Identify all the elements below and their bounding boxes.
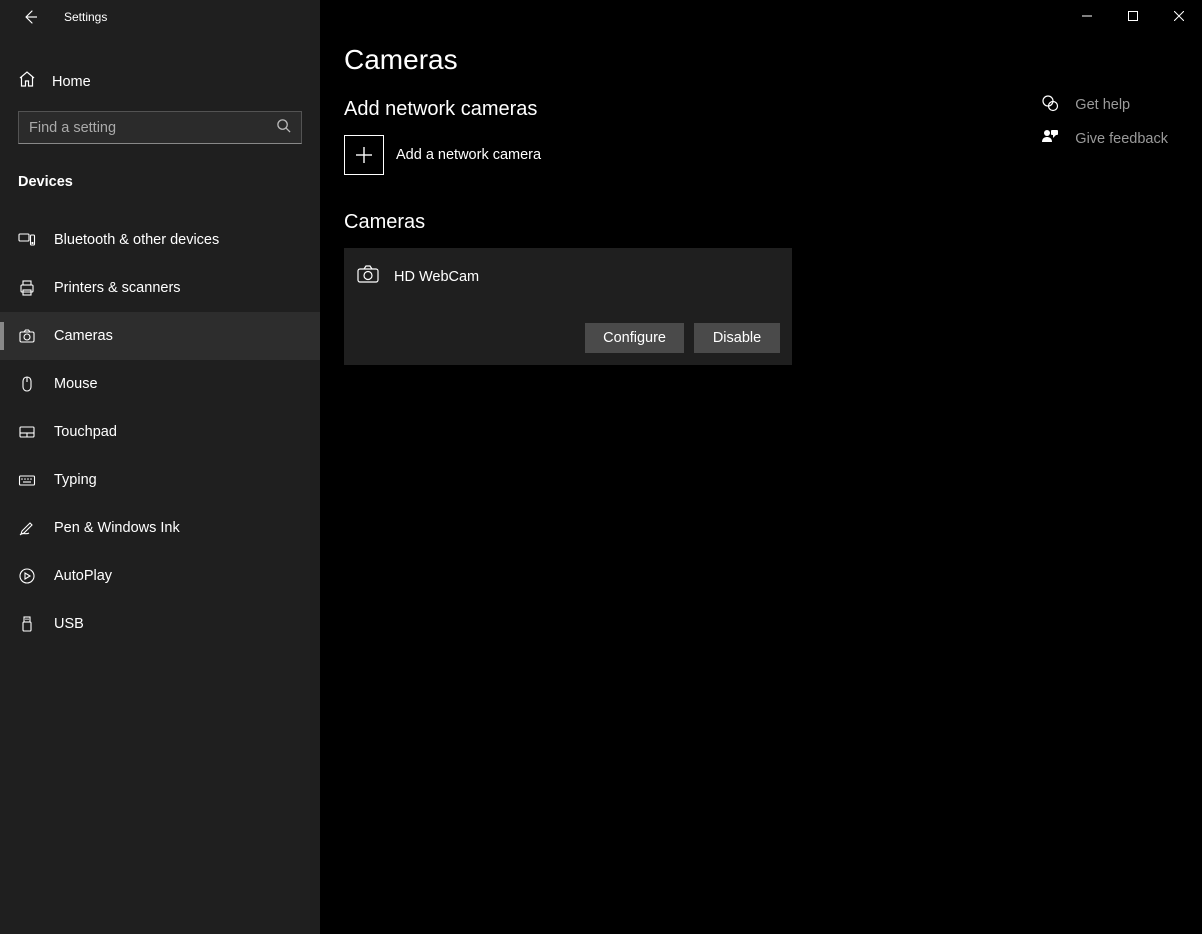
maximize-button[interactable] — [1110, 0, 1156, 32]
home-icon — [18, 70, 36, 93]
cameras-heading: Cameras — [344, 211, 924, 234]
search-box[interactable] — [18, 111, 302, 144]
camera-icon — [356, 264, 380, 289]
back-button[interactable] — [18, 5, 42, 29]
sidebar-item-typing[interactable]: Typing — [0, 456, 320, 504]
app-title: Settings — [64, 10, 107, 24]
sidebar-item-touchpad[interactable]: Touchpad — [0, 408, 320, 456]
sidebar-item-autoplay[interactable]: AutoPlay — [0, 552, 320, 600]
give-feedback-link[interactable]: Give feedback — [1041, 128, 1168, 150]
sidebar-item-printers[interactable]: Printers & scanners — [0, 264, 320, 312]
window-controls — [1064, 0, 1202, 32]
add-network-camera-label: Add a network camera — [396, 147, 541, 163]
nav-label: Cameras — [54, 328, 113, 344]
main-content: Cameras Add network cameras Add a networ… — [320, 0, 1202, 934]
mouse-icon — [18, 375, 36, 393]
search-icon — [276, 118, 291, 138]
camera-icon — [18, 327, 36, 345]
nav-label: Touchpad — [54, 424, 117, 440]
help-column: Get help Give feedback — [1041, 44, 1178, 910]
plus-icon — [344, 135, 384, 175]
nav-label: Printers & scanners — [54, 280, 181, 296]
get-help-link[interactable]: Get help — [1041, 94, 1168, 116]
sidebar-header: Settings — [0, 0, 320, 34]
search-input[interactable] — [29, 120, 276, 136]
sidebar-home[interactable]: Home — [0, 62, 320, 101]
camera-card[interactable]: HD WebCam Configure Disable — [344, 248, 792, 365]
disable-button[interactable]: Disable — [694, 323, 780, 353]
camera-name: HD WebCam — [394, 269, 479, 285]
touchpad-icon — [18, 423, 36, 441]
nav-label: Typing — [54, 472, 97, 488]
printer-icon — [18, 279, 36, 297]
nav-label: Bluetooth & other devices — [54, 232, 219, 248]
get-help-label: Get help — [1075, 97, 1130, 113]
sidebar: Settings Home Devices Bluetooth & ot — [0, 0, 320, 934]
nav-list: Bluetooth & other devices Printers & sca… — [0, 216, 320, 648]
nav-label: Pen & Windows Ink — [54, 520, 180, 536]
nav-label: AutoPlay — [54, 568, 112, 584]
home-label: Home — [52, 74, 91, 90]
sidebar-item-mouse[interactable]: Mouse — [0, 360, 320, 408]
autoplay-icon — [18, 567, 36, 585]
nav-label: USB — [54, 616, 84, 632]
usb-icon — [18, 615, 36, 633]
minimize-button[interactable] — [1064, 0, 1110, 32]
sidebar-item-bluetooth[interactable]: Bluetooth & other devices — [0, 216, 320, 264]
add-network-camera-button[interactable]: Add a network camera — [344, 135, 924, 175]
sidebar-item-cameras[interactable]: Cameras — [0, 312, 320, 360]
keyboard-icon — [18, 471, 36, 489]
sidebar-section-title: Devices — [0, 144, 320, 202]
feedback-icon — [1041, 128, 1059, 150]
bluetooth-icon — [18, 231, 36, 249]
pen-icon — [18, 519, 36, 537]
page-title: Cameras — [344, 44, 924, 76]
add-network-cameras-heading: Add network cameras — [344, 98, 924, 121]
nav-label: Mouse — [54, 376, 98, 392]
configure-button[interactable]: Configure — [585, 323, 684, 353]
sidebar-item-pen[interactable]: Pen & Windows Ink — [0, 504, 320, 552]
help-icon — [1041, 94, 1059, 116]
close-button[interactable] — [1156, 0, 1202, 32]
sidebar-item-usb[interactable]: USB — [0, 600, 320, 648]
give-feedback-label: Give feedback — [1075, 131, 1168, 147]
